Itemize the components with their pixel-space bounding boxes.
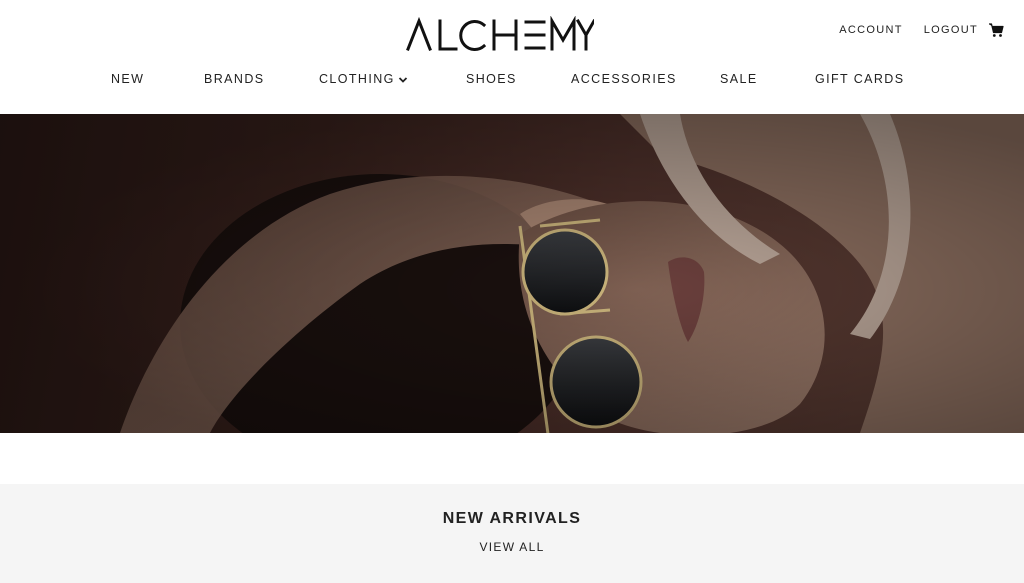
nav-item-clothing-label: CLOTHING <box>319 72 395 86</box>
shopping-cart-icon[interactable] <box>988 22 1004 38</box>
brand-logo[interactable] <box>406 16 594 52</box>
utility-nav: ACCOUNT LOGOUT <box>818 22 1004 38</box>
nav-item-gift-cards[interactable]: GIFT CARDS <box>815 72 904 86</box>
nav-item-shoes[interactable]: SHOES <box>466 72 517 86</box>
main-nav: NEW BRANDS CLOTHING SHOES ACCESSORIES SA… <box>0 72 1024 90</box>
new-arrivals-section: NEW ARRIVALS VIEW ALL <box>0 484 1024 583</box>
nav-item-new[interactable]: NEW <box>111 72 144 86</box>
account-link[interactable]: ACCOUNT <box>839 24 903 36</box>
view-all-link[interactable]: VIEW ALL <box>0 540 1024 554</box>
logout-link[interactable]: LOGOUT <box>924 24 978 36</box>
alchemy-logo-mark <box>406 16 594 51</box>
hero-banner[interactable] <box>0 114 1024 433</box>
hero-image <box>0 114 1024 433</box>
section-title: NEW ARRIVALS <box>442 510 582 527</box>
chevron-down-icon <box>398 77 407 83</box>
site-header: ACCOUNT LOGOUT NEW BRANDS CLOTHING SHOES… <box>0 0 1024 114</box>
nav-item-sale[interactable]: SALE <box>720 72 758 86</box>
nav-item-clothing[interactable]: CLOTHING <box>319 72 408 86</box>
nav-item-accessories[interactable]: ACCESSORIES <box>571 72 677 86</box>
nav-item-brands[interactable]: BRANDS <box>204 72 265 86</box>
